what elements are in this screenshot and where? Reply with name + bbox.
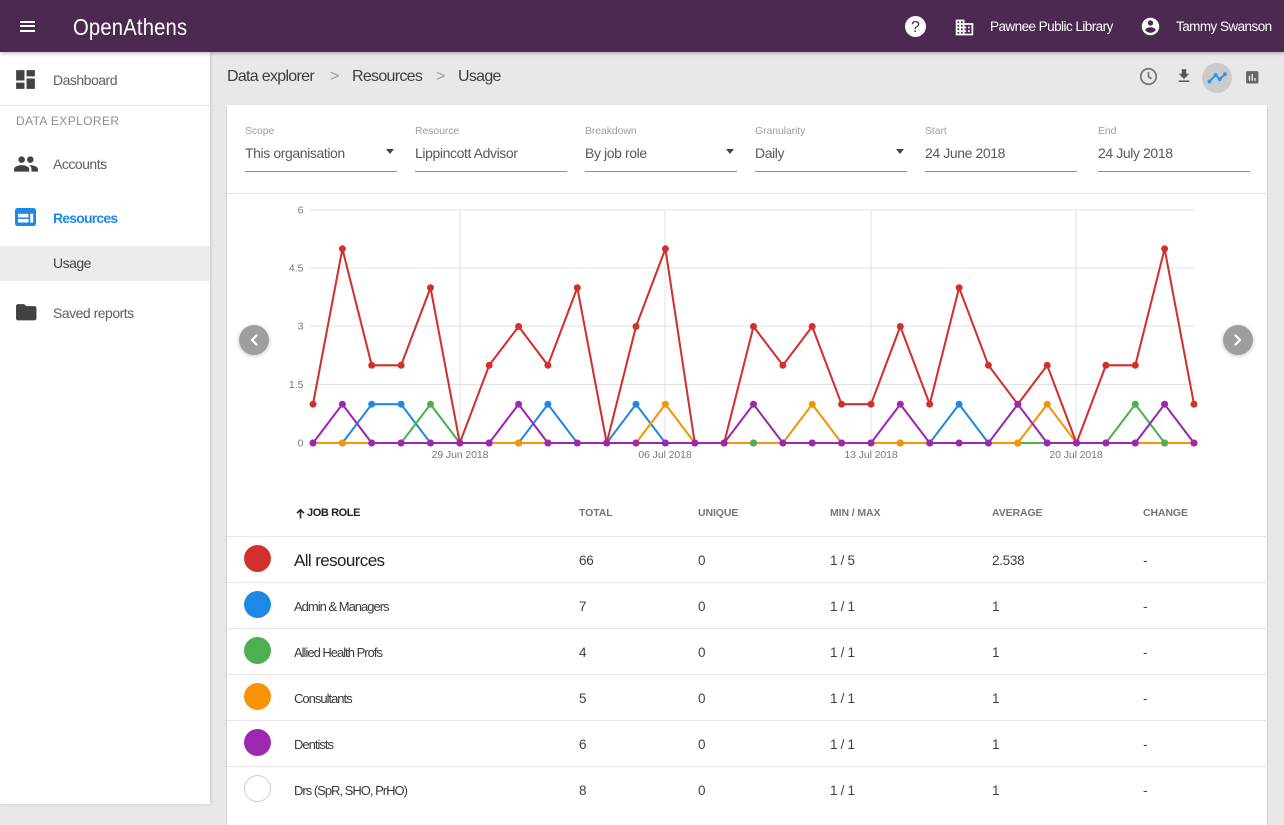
svg-text:06 Jul 2018: 06 Jul 2018 <box>638 449 691 461</box>
svg-text:4.5: 4.5 <box>289 263 304 275</box>
svg-text:13 Jul 2018: 13 Jul 2018 <box>844 449 897 461</box>
svg-text:0: 0 <box>298 438 304 450</box>
svg-text:20 Jul 2018: 20 Jul 2018 <box>1049 449 1102 461</box>
svg-text:29 Jun 2018: 29 Jun 2018 <box>432 449 489 461</box>
svg-text:6: 6 <box>298 205 304 217</box>
svg-text:3: 3 <box>298 321 304 333</box>
svg-text:?: ? <box>911 19 920 36</box>
svg-text:1.5: 1.5 <box>289 379 304 391</box>
